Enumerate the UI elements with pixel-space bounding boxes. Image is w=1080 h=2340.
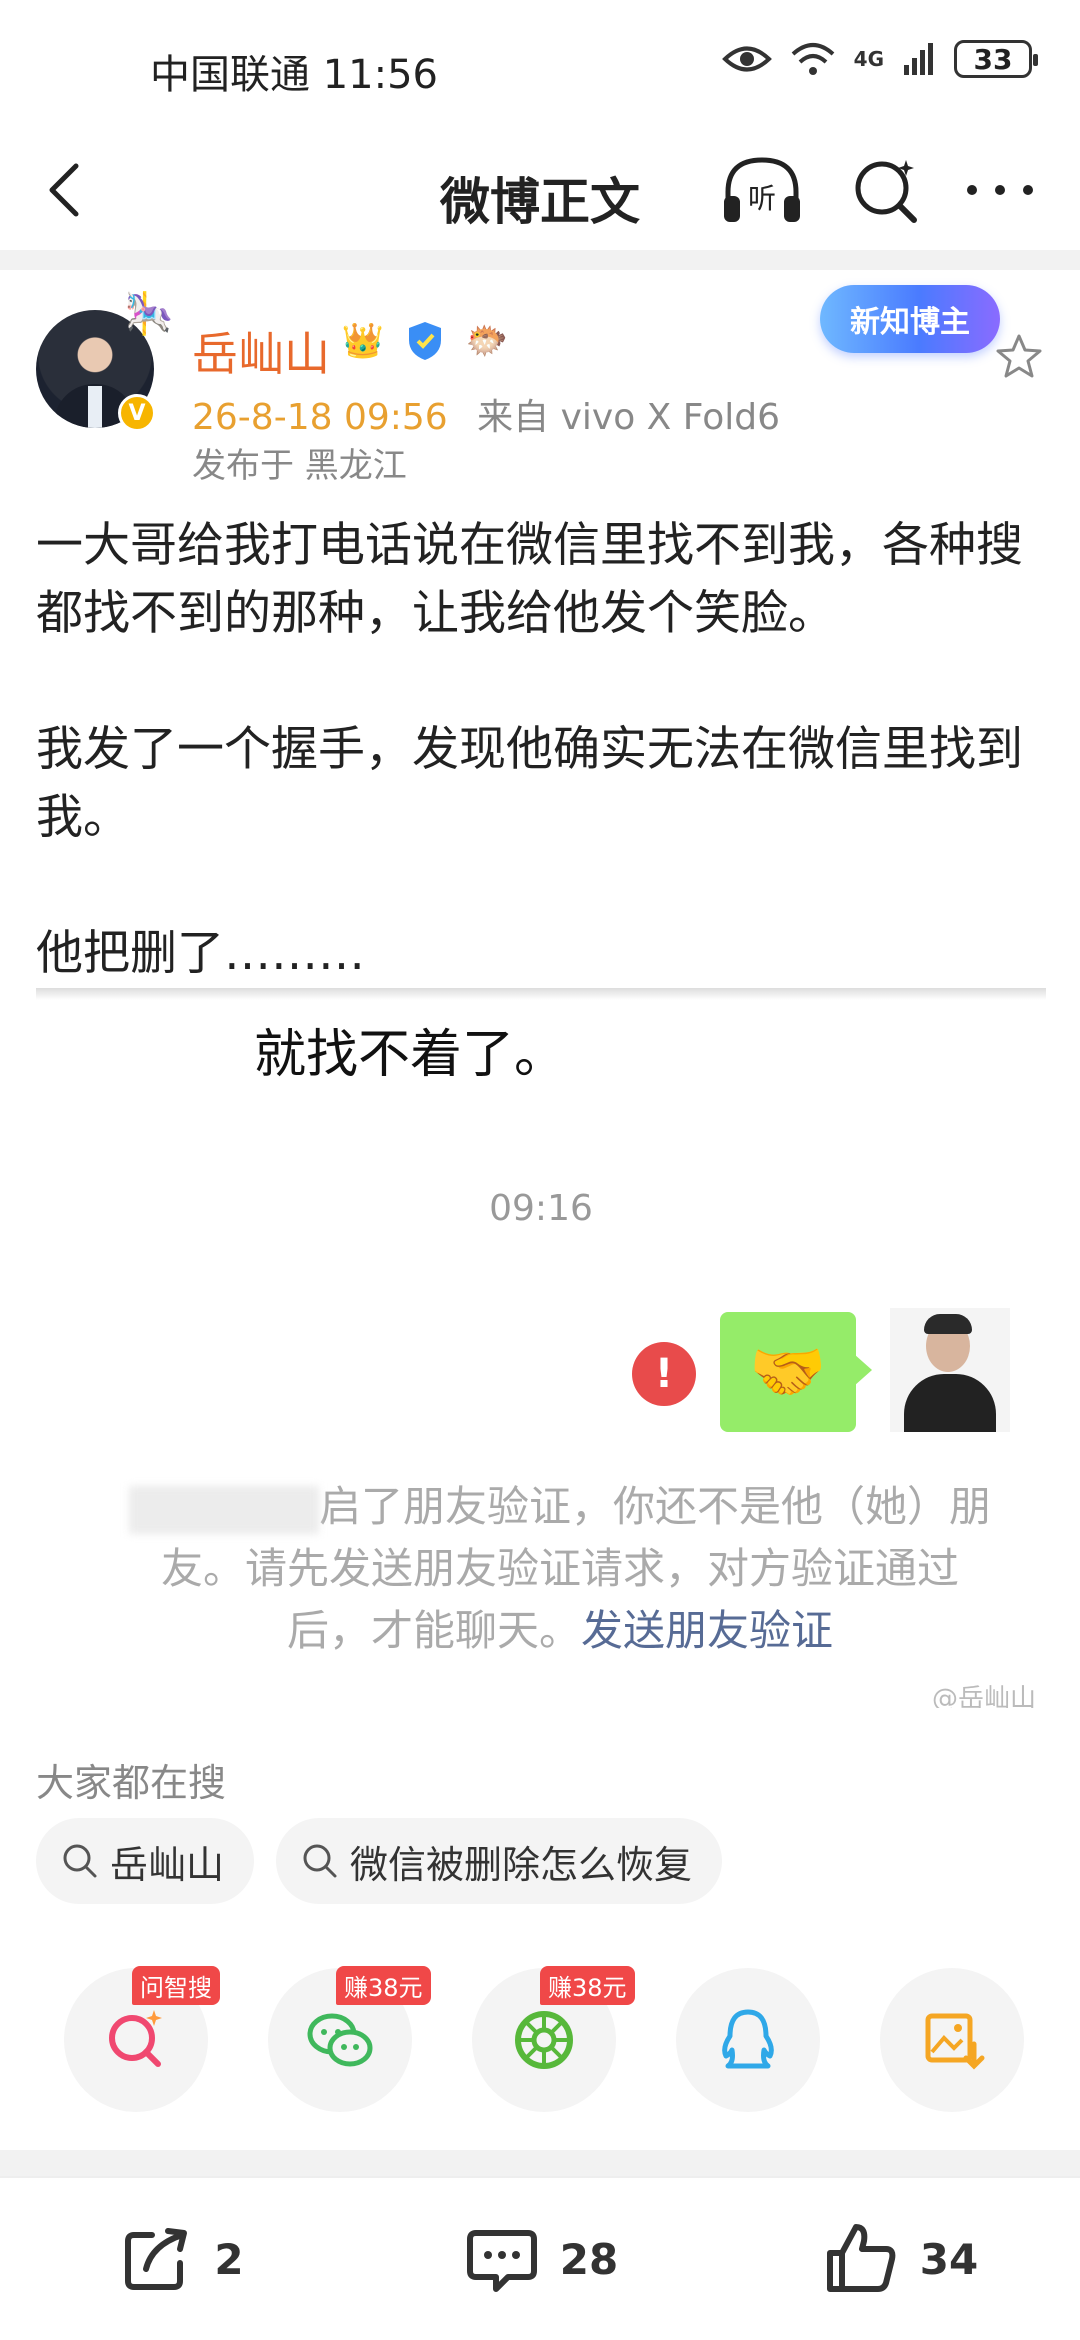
trending-chip[interactable]: 岳屾山 — [36, 1818, 255, 1904]
image-watermark: @岳屾山 — [931, 1684, 1036, 1708]
comment-button[interactable]: 28 — [360, 2178, 720, 2340]
battery-indicator: 33 — [954, 40, 1038, 78]
chat-avatar — [890, 1308, 1010, 1432]
crown-badge-icon[interactable]: 👑 — [336, 318, 390, 364]
wechat-icon — [307, 2013, 373, 2067]
share-qq-button[interactable] — [676, 1968, 820, 2112]
post-location: 发布于 黑龙江 — [192, 446, 407, 486]
post-paragraph: 我发了一个握手，发现他确实无法在微信里找到我。 — [36, 722, 1023, 845]
avatar-decoration-icon: 🎠 — [124, 291, 174, 337]
share-tag: 赚38元 — [540, 1966, 635, 2005]
bottom-action-bar: 2 28 34 — [0, 2176, 1080, 2340]
svg-text:听: 听 — [748, 182, 776, 215]
handshake-emoji: 🤝 — [749, 1335, 827, 1408]
search-icon — [63, 1844, 97, 1878]
divider — [0, 2150, 1080, 2176]
repost-button[interactable]: 2 — [0, 2178, 360, 2340]
headphones-icon: 听 — [724, 157, 800, 222]
qq-icon — [722, 2009, 774, 2069]
trending-chip[interactable]: 微信被删除怎么恢复 — [276, 1818, 723, 1904]
share-row: 问智搜 赚38元 赚38元 — [64, 1966, 1024, 2112]
status-bar: 中国联通 11:56 4G 33 — [0, 0, 1080, 130]
share-tag: 问智搜 — [132, 1966, 220, 2005]
system-note: 启了朋友验证，你还不是他（她）朋友。请先发送朋友验证请求，对方验证通过后，才能聊… — [120, 1476, 1000, 1662]
newbie-blogger-badge[interactable]: 新知博主 — [820, 285, 1000, 353]
listen-button[interactable]: 听 — [720, 152, 804, 228]
send-failed-icon: ! — [632, 1342, 696, 1406]
like-button[interactable]: 34 — [720, 2178, 1080, 2340]
wifi-icon — [791, 43, 834, 75]
author-name[interactable]: 岳屾山 — [192, 318, 330, 384]
top-nav-bar: 微博正文 听 — [0, 130, 1080, 250]
signal-icon — [904, 43, 933, 75]
post-paragraph: 他把删了……… — [36, 926, 365, 981]
author-badges: 👑 🐡 — [336, 318, 514, 364]
more-options-icon[interactable] — [960, 158, 1040, 222]
chat-bubble: 🤝 — [720, 1312, 872, 1432]
share-wechat-button[interactable]: 赚38元 — [268, 1966, 431, 2112]
repost-count: 2 — [214, 2234, 244, 2284]
chat-timestamp: 09:16 — [489, 1188, 593, 1229]
network-label: 4G — [853, 47, 884, 71]
trending-chips: 岳屾山 微信被删除怎么恢复 — [36, 1818, 723, 1904]
share-moments-button[interactable]: 赚38元 — [472, 1966, 635, 2112]
comment-count: 28 — [559, 2234, 619, 2284]
save-image-icon — [925, 2013, 985, 2070]
send-verification-link: 发送朋友验证 — [581, 1606, 834, 1655]
search-icon — [303, 1844, 337, 1878]
thumbs-up-icon — [826, 2224, 896, 2292]
repost-icon — [125, 2228, 188, 2290]
post-image[interactable]: 就找不着了。 09:16 ! 🤝 启了朋友验证，你还不是他（她）朋友。请先发送朋… — [36, 988, 1046, 1708]
post-source: 来自 vivo X Fold6 — [477, 397, 780, 438]
fish-badge-icon[interactable]: 🐡 — [460, 318, 514, 364]
post-time: 26-8-18 09:56 — [192, 397, 448, 438]
share-zhisou-button[interactable]: 问智搜 — [64, 1966, 220, 2112]
eye-icon — [721, 46, 772, 72]
carrier-time: 中国联通 11:56 — [150, 52, 438, 98]
post-paragraph: 一大哥给我打电话说在微信里找不到我，各种搜都找不到的那种，让我给他发个笑脸。 — [36, 518, 1023, 641]
save-image-button[interactable] — [880, 1968, 1024, 2112]
post-body: 一大哥给我打电话说在微信里找不到我，各种搜都找不到的那种，让我给他发个笑脸。 我… — [36, 512, 1046, 988]
verified-badge: V — [118, 394, 156, 432]
favorite-star-icon[interactable] — [994, 332, 1044, 382]
share-tag: 赚38元 — [336, 1966, 431, 2005]
like-count: 34 — [919, 2234, 979, 2284]
shield-icon — [409, 322, 441, 360]
comment-icon — [466, 2230, 537, 2292]
zhisou-icon — [109, 2010, 162, 2067]
trending-title: 大家都在搜 — [36, 1761, 227, 1805]
post-meta: 26-8-18 09:56 来自 vivo X Fold6 — [192, 388, 780, 440]
blurred-name — [128, 1485, 319, 1534]
image-text: 就找不着了。 — [254, 1025, 567, 1085]
shield-badge-icon[interactable] — [398, 318, 452, 364]
divider — [0, 250, 1080, 270]
search-icon[interactable] — [848, 152, 924, 228]
moments-icon — [515, 2011, 573, 2069]
